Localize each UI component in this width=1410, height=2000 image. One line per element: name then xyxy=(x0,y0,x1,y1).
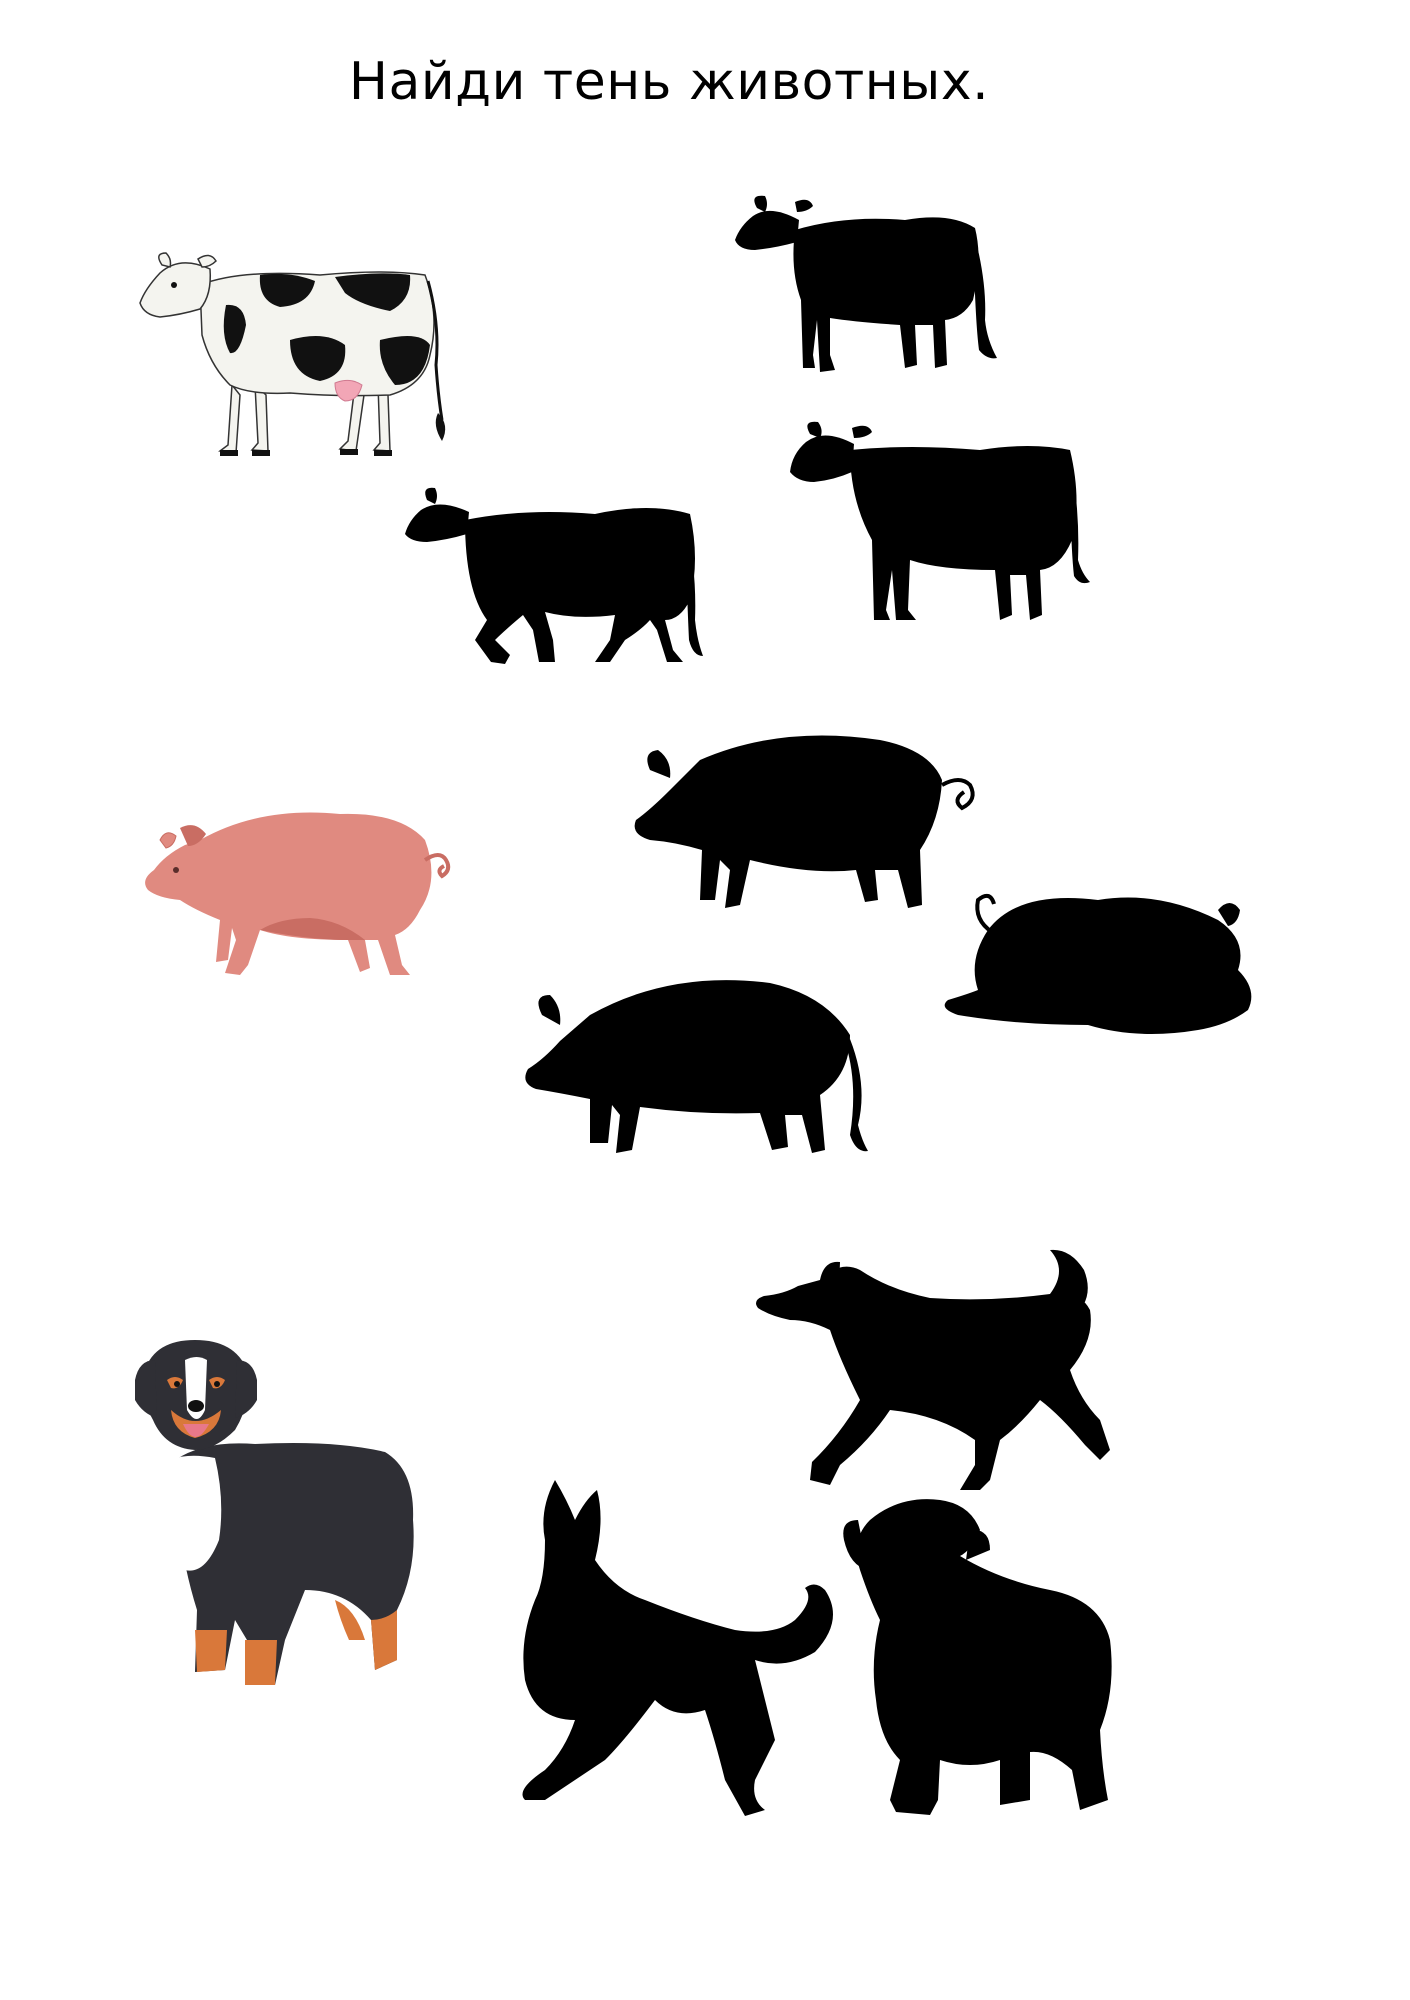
pig-shadow-lying xyxy=(944,893,1252,1034)
cow-shadow-walking xyxy=(405,487,703,664)
dog-shadow-shepherd xyxy=(522,1480,833,1816)
page-title: Найди тень животных. xyxy=(348,52,990,112)
dog-picture xyxy=(135,1340,414,1685)
cow-shadow-standing xyxy=(735,195,997,372)
cow-picture xyxy=(139,252,446,456)
pig-shadow-boar xyxy=(525,980,868,1153)
pig-picture xyxy=(145,812,451,975)
cow-shadow-large xyxy=(790,421,1090,620)
pig-shadow-standing xyxy=(634,735,975,908)
dog-shadow-trotting xyxy=(756,1249,1110,1490)
worksheet-page: Найди тень животных. xyxy=(0,0,1410,2000)
dog-shadow-sitting-pup xyxy=(843,1499,1112,1815)
